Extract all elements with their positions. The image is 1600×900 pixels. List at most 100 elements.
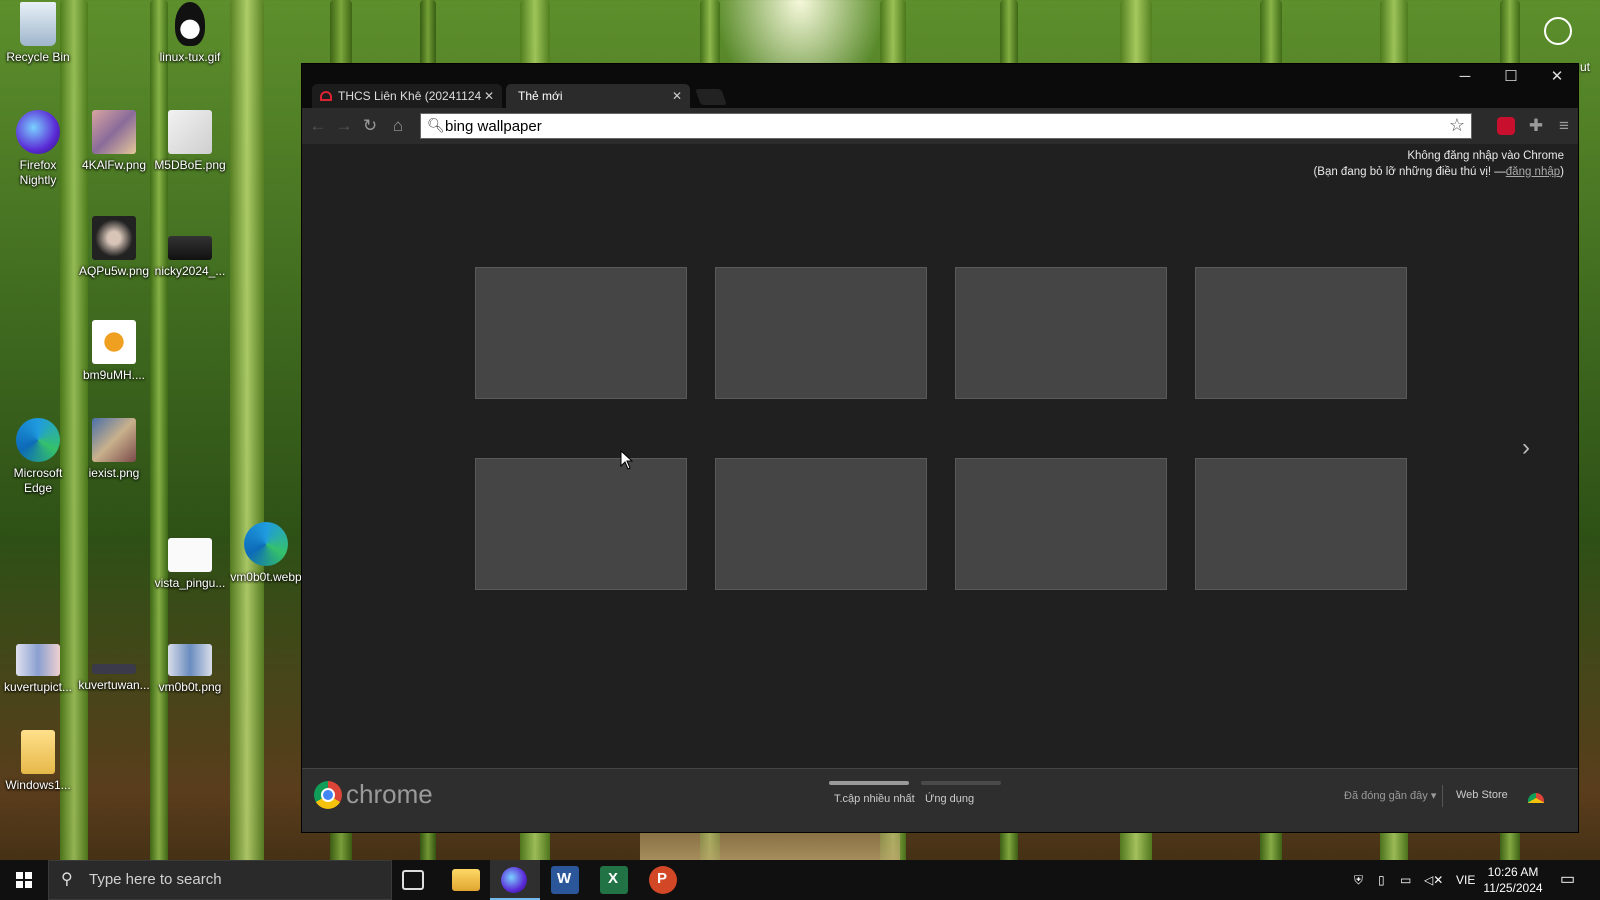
corner-label: ut <box>1580 60 1591 74</box>
new-tab-page: Không đăng nhập vào Chrome (Bạn đang bỏ … <box>302 144 1578 768</box>
firefox-taskbar-active[interactable] <box>490 860 540 900</box>
apps-label[interactable]: Ứng dụng <box>925 793 974 805</box>
new-tab-footer: chrome T.cập nhiều nhất Ứng dụng Đã đóng… <box>302 768 1578 832</box>
desktop-icon-4kalfw[interactable]: 4KAlFw.png <box>76 110 152 173</box>
desktop-icon-vm0b0t-webp[interactable]: vm0b0t.webp <box>228 522 304 585</box>
toolbar: ← → ↻ ⌂ 🔍︎ ☆ ✚ ≡ <box>302 108 1578 144</box>
next-page-chevron-icon[interactable]: › <box>1522 434 1530 462</box>
volume-muted-icon[interactable]: ◁✕ <box>1424 860 1443 900</box>
tab-close-icon[interactable]: ✕ <box>484 84 494 108</box>
most-visited-label[interactable]: T.cập nhiều nhất <box>834 793 915 805</box>
usb-device-icon[interactable]: ▯ <box>1378 860 1385 900</box>
image-thumbnail-icon <box>92 664 136 674</box>
word-icon[interactable]: W <box>551 866 579 894</box>
clock-time: 10:26 AM <box>1487 865 1539 879</box>
omnibox-input[interactable] <box>445 115 1425 137</box>
security-shield-icon[interactable]: ⛨ <box>1354 860 1363 900</box>
most-visited-tile[interactable] <box>475 267 687 399</box>
signin-link[interactable]: đăng nhập <box>1506 166 1560 178</box>
task-view-icon[interactable] <box>402 870 424 890</box>
user-circle-icon[interactable] <box>1544 17 1572 45</box>
omnibox[interactable]: 🔍︎ ☆ <box>420 113 1472 139</box>
desktop-icon-iexist[interactable]: iexist.png <box>76 418 152 481</box>
desktop-icon-kuvertuwan[interactable]: kuvertuwan... <box>76 636 152 693</box>
most-visited-tile[interactable] <box>1195 267 1407 399</box>
clock[interactable]: 10:26 AM 11/25/2024 <box>1476 864 1550 896</box>
browser-window: ─ ☐ ✕ THCS Liên Khê (20241124 ✕ Thẻ mới … <box>301 63 1579 833</box>
folder-icon <box>21 730 55 774</box>
penguin-icon <box>175 2 205 46</box>
most-visited-tile[interactable] <box>1195 458 1407 590</box>
powerpoint-icon[interactable]: P <box>649 866 677 894</box>
home-icon[interactable]: ⌂ <box>386 114 410 138</box>
taskbar-search-box[interactable]: ⚲ Type here to search <box>48 860 392 900</box>
search-icon: 🔍︎ <box>427 117 445 133</box>
recently-closed-menu[interactable]: Đã đóng gần đây ▾ <box>1344 789 1436 802</box>
desktop-icon-vm0b0t-png[interactable]: vm0b0t.png <box>152 636 228 695</box>
recycle-bin-icon <box>20 2 56 46</box>
apps-pager-bar[interactable] <box>921 781 1001 785</box>
desktop-icon-microsoft-edge[interactable]: Microsoft Edge <box>0 418 76 496</box>
desktop-icon-bm9umh[interactable]: bm9uMH.... <box>76 320 152 383</box>
tab-label: THCS Liên Khê (20241124 <box>338 89 482 103</box>
extensions-puzzle-icon[interactable]: ✚ <box>1524 114 1548 138</box>
desktop-icon-linux-tux[interactable]: linux-tux.gif <box>152 2 228 65</box>
reload-icon[interactable]: ↻ <box>358 114 382 138</box>
bookmark-star-icon[interactable]: ☆ <box>1449 115 1465 136</box>
desktop-icon-firefox-nightly[interactable]: Firefox Nightly <box>0 110 76 188</box>
most-visited-pager-bar[interactable] <box>829 781 909 785</box>
ublock-origin-icon[interactable] <box>1497 117 1515 135</box>
desktop-icon-aqpu5w[interactable]: AQPu5w.png <box>76 216 152 279</box>
start-button[interactable] <box>0 860 48 900</box>
excel-icon[interactable]: X <box>600 866 628 894</box>
image-thumbnail-icon <box>168 110 212 154</box>
web-store-link[interactable]: Web Store <box>1456 789 1508 801</box>
most-visited-tile[interactable] <box>715 458 927 590</box>
image-thumbnail-icon <box>16 644 60 676</box>
search-placeholder: Type here to search <box>89 871 222 888</box>
new-tab-button[interactable] <box>695 89 727 105</box>
desktop-icon-m5dboe[interactable]: M5DBoE.png <box>152 110 228 173</box>
most-visited-tile[interactable] <box>955 458 1167 590</box>
clock-date: 11/25/2024 <box>1483 881 1543 895</box>
dropdown-caret-icon: ▾ <box>1430 790 1437 802</box>
mouse-cursor-icon <box>620 450 634 470</box>
image-thumbnail-icon <box>92 110 136 154</box>
desktop-icon-kuvertupict[interactable]: kuvertupict... <box>0 636 76 695</box>
desktop-icon-nicky2024[interactable]: nicky2024_... <box>152 216 228 279</box>
desktop-icon-vista-pingu[interactable]: vista_pingu... <box>152 530 228 591</box>
notification-center-icon[interactable]: ▭ <box>1560 860 1575 900</box>
menu-icon[interactable]: ≡ <box>1552 114 1576 138</box>
image-thumbnail-icon <box>168 538 212 572</box>
edge-icon <box>16 418 60 462</box>
web-store-icon[interactable] <box>1528 793 1544 803</box>
image-thumbnail-icon <box>92 418 136 462</box>
chrome-logo-icon <box>314 781 342 809</box>
forward-arrow-icon[interactable]: → <box>332 114 356 138</box>
tab-label: Thẻ mới <box>518 89 563 103</box>
most-visited-tile[interactable] <box>715 267 927 399</box>
image-thumbnail-icon <box>92 320 136 364</box>
input-language[interactable]: VIE <box>1456 860 1475 900</box>
minimize-button[interactable]: ─ <box>1442 64 1488 90</box>
image-thumbnail-icon <box>168 236 212 260</box>
image-thumbnail-icon <box>168 644 212 676</box>
desktop-icon-windows1[interactable]: Windows1... <box>0 730 76 793</box>
edge-icon <box>244 522 288 566</box>
desktop-icon-recycle-bin[interactable]: Recycle Bin <box>0 2 76 65</box>
network-icon[interactable]: ▭ <box>1400 860 1411 900</box>
tab-close-icon[interactable]: ✕ <box>672 84 682 108</box>
most-visited-tile[interactable] <box>955 267 1167 399</box>
footer-divider <box>1442 785 1443 807</box>
title-bar: ─ ☐ ✕ THCS Liên Khê (20241124 ✕ Thẻ mới … <box>302 64 1578 108</box>
most-visited-tile[interactable] <box>475 458 687 590</box>
tab-thcs-lien-khe[interactable]: THCS Liên Khê (20241124 ✕ <box>312 84 502 108</box>
file-explorer-icon[interactable] <box>452 869 480 891</box>
signin-line2: (Bạn đang bỏ lỡ những điều thú vị! —đăng… <box>1313 166 1564 178</box>
image-thumbnail-icon <box>92 216 136 260</box>
back-arrow-icon[interactable]: ← <box>306 114 330 138</box>
close-window-button[interactable]: ✕ <box>1534 64 1580 90</box>
maximize-button[interactable]: ☐ <box>1488 64 1534 90</box>
tab-new-tab[interactable]: Thẻ mới ✕ <box>506 84 690 108</box>
signin-line1: Không đăng nhập vào Chrome <box>1407 150 1564 162</box>
